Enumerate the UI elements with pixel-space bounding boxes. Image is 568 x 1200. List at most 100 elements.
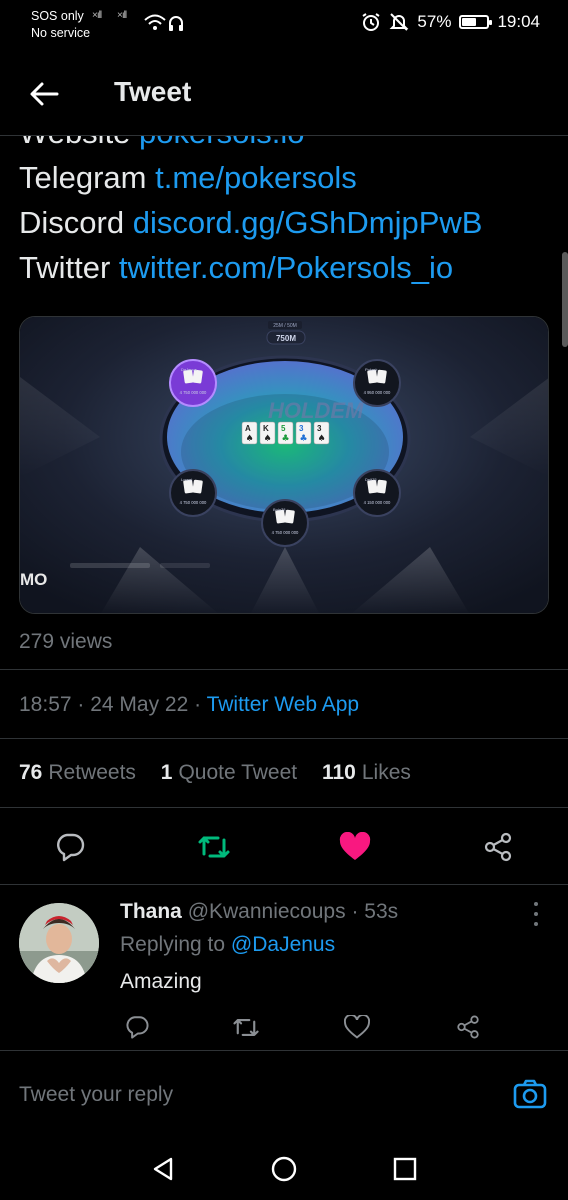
pot-amount: 750M: [276, 334, 296, 343]
top-app-bar: Tweet: [0, 50, 568, 136]
player-seat: Lorent 4 750 000 000: [169, 469, 217, 517]
reply-reply-button[interactable]: [117, 1007, 157, 1047]
divider: [0, 807, 568, 808]
retweets-stat[interactable]: 76 Retweets: [19, 761, 136, 784]
quotes-stat[interactable]: 1 Quote Tweet: [161, 761, 297, 784]
likes-label: Likes: [361, 761, 411, 784]
reply-header: Thana @Kwanniecoups · 53s: [120, 900, 399, 923]
player-seat: Pokerk 4 950 000 000: [353, 359, 401, 407]
camera-button[interactable]: [512, 1076, 548, 1112]
tweet-body: Website pokersols.io Telegram t.me/poker…: [19, 110, 482, 290]
seat-chips: 4 750 000 000: [180, 390, 207, 395]
reply-share-button[interactable]: [448, 1007, 488, 1047]
reply-button[interactable]: [50, 827, 90, 867]
wifi-headphones-icon: [144, 14, 183, 31]
reply-icon: [126, 1016, 149, 1039]
nav-home-button[interactable]: [264, 1149, 304, 1189]
table-logo: HOLDEM: [268, 398, 364, 423]
link-label: Discord: [19, 205, 125, 240]
reply-avatar[interactable]: [19, 903, 99, 983]
more-icon-dot: [534, 902, 538, 906]
more-icon-dot: [534, 912, 538, 916]
system-nav-bar: [0, 1135, 568, 1200]
no-signal-icon: ×ıll: [92, 10, 102, 21]
blinds-text: 25M / 50M: [273, 323, 297, 329]
seat-chips: 4 950 000 000: [364, 390, 391, 395]
quotes-count: 1: [160, 761, 173, 784]
heart-icon: [344, 1015, 370, 1039]
tweet-timestamp: 18:57 · 24 May 22 · Twitter Web App: [19, 693, 360, 716]
tweet-media-video[interactable]: HOLDEM 25M / 50M 750M A ♠ K ♠ 5 ♣ 3 ♣ 3 ♠ DaJenus…: [19, 316, 549, 614]
retweet-button[interactable]: [194, 827, 234, 867]
reply-age: 53s: [364, 900, 399, 923]
link-row-telegram: Telegram t.me/pokersols: [19, 155, 482, 200]
avatar-image: [19, 903, 99, 983]
community-card: 3♣: [295, 421, 312, 445]
more-options-button[interactable]: [526, 902, 546, 926]
community-card: 3♠: [313, 421, 330, 445]
alarm-icon: [362, 13, 380, 31]
divider: [0, 738, 568, 739]
nav-back-button[interactable]: [143, 1149, 183, 1189]
blurred-text: [160, 563, 210, 568]
svg-text:K: K: [263, 424, 269, 433]
share-button[interactable]: [478, 827, 518, 867]
telegram-link[interactable]: t.me/pokersols: [155, 160, 357, 195]
reply-icon: [57, 833, 85, 862]
reply-composer: [0, 1050, 568, 1135]
svg-text:♠: ♠: [317, 434, 325, 444]
seat-chips: 4 750 000 000: [180, 500, 207, 505]
svg-text:A: A: [245, 424, 251, 433]
svg-text:♠: ♠: [263, 434, 271, 444]
nav-recents-button[interactable]: [385, 1149, 425, 1189]
discord-link[interactable]: discord.gg/GShDmjpPwB: [133, 205, 483, 240]
view-count: 279 views: [19, 630, 113, 653]
like-button[interactable]: [335, 827, 375, 867]
player-seat: DaJenus 4 750 000 000: [169, 359, 217, 407]
page-title: Tweet: [114, 76, 192, 107]
nav-back-icon: [153, 1157, 173, 1181]
carrier-line-1: SOS only: [31, 9, 84, 23]
reply-like-button[interactable]: [337, 1007, 377, 1047]
seat-chips: 4 750 000 000: [272, 530, 299, 535]
clock: 19:04: [497, 12, 540, 31]
tweet-source-link[interactable]: Twitter Web App: [207, 693, 360, 716]
more-icon-dot: [534, 922, 538, 926]
seat-name: Lorent: [181, 477, 193, 482]
replying-to-link[interactable]: @DaJenus: [231, 933, 335, 956]
camera-icon: [513, 1079, 547, 1109]
link-label: Twitter: [19, 250, 111, 285]
seat-name: Delf73: [365, 477, 377, 482]
heart-icon: [339, 832, 371, 860]
retweets-count: 76: [19, 761, 43, 784]
reply-input[interactable]: [19, 1078, 489, 1112]
community-card: K♠: [259, 421, 276, 445]
blurred-text: [70, 563, 150, 568]
nav-recents-icon: [393, 1157, 417, 1181]
svg-text:♣: ♣: [299, 434, 307, 444]
replying-to: Replying to @DaJenus: [120, 933, 335, 957]
link-row-discord: Discord discord.gg/GShDmjpPwB: [19, 200, 482, 245]
divider: [0, 669, 568, 670]
tweet-time: 18:57: [19, 693, 72, 716]
status-right: 57% 19:04: [361, 12, 540, 32]
video-watermark: MO: [20, 570, 47, 589]
twitter-link[interactable]: twitter.com/Pokersols_io: [119, 250, 453, 285]
no-signal-icon-2: ×ıll: [117, 10, 127, 21]
tweet-date: 24 May 22: [90, 693, 189, 716]
tweet-stats: 76 Retweets 1 Quote Tweet 110 Likes: [19, 761, 430, 785]
share-icon: [484, 832, 512, 862]
svg-text:5: 5: [281, 424, 286, 433]
likes-stat[interactable]: 110 Likes: [322, 761, 411, 784]
svg-text:♣: ♣: [281, 434, 289, 444]
scrollbar[interactable]: [562, 252, 568, 347]
community-card: 5♣: [277, 421, 294, 445]
link-label: Telegram: [19, 160, 147, 195]
back-button[interactable]: [22, 72, 66, 116]
link-row-twitter: Twitter twitter.com/Pokersols_io: [19, 245, 482, 290]
reply-retweet-button[interactable]: [226, 1007, 266, 1047]
reply-author-handle[interactable]: @Kwanniecoups: [188, 900, 346, 923]
reply-author-name[interactable]: Thana: [120, 900, 182, 923]
status-bar: SOS only No service ×ıll ×ıll 57% 19:04: [0, 0, 568, 50]
poker-table-image: HOLDEM 25M / 50M 750M A♠K♠5♣3♣3♠ DaJenus…: [20, 317, 548, 613]
